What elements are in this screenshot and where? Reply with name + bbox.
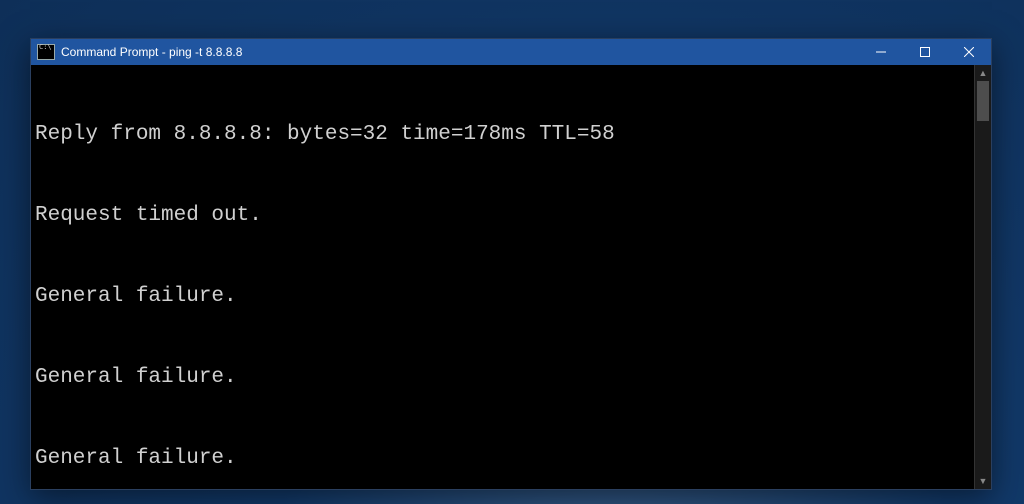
maximize-button[interactable] xyxy=(903,39,947,65)
vertical-scrollbar[interactable]: ▲ ▼ xyxy=(974,65,991,489)
client-area: Reply from 8.8.8.8: bytes=32 time=178ms … xyxy=(31,65,991,489)
output-line: General failure. xyxy=(35,445,970,472)
close-button[interactable] xyxy=(947,39,991,65)
output-line: Request timed out. xyxy=(35,202,970,229)
minimize-button[interactable] xyxy=(859,39,903,65)
output-line: General failure. xyxy=(35,364,970,391)
scroll-thumb[interactable] xyxy=(977,81,989,121)
cmd-icon xyxy=(37,44,55,60)
scroll-down-arrow-icon[interactable]: ▼ xyxy=(975,473,991,489)
titlebar[interactable]: Command Prompt - ping -t 8.8.8.8 xyxy=(31,39,991,65)
output-line: Reply from 8.8.8.8: bytes=32 time=178ms … xyxy=(35,121,970,148)
scroll-up-arrow-icon[interactable]: ▲ xyxy=(975,65,991,81)
output-line: General failure. xyxy=(35,283,970,310)
window-controls xyxy=(859,39,991,65)
window-title: Command Prompt - ping -t 8.8.8.8 xyxy=(61,45,859,59)
terminal-output[interactable]: Reply from 8.8.8.8: bytes=32 time=178ms … xyxy=(31,65,974,489)
desktop: Command Prompt - ping -t 8.8.8.8 Reply f… xyxy=(0,0,1024,504)
scroll-track[interactable] xyxy=(975,81,991,473)
command-prompt-window: Command Prompt - ping -t 8.8.8.8 Reply f… xyxy=(30,38,992,490)
